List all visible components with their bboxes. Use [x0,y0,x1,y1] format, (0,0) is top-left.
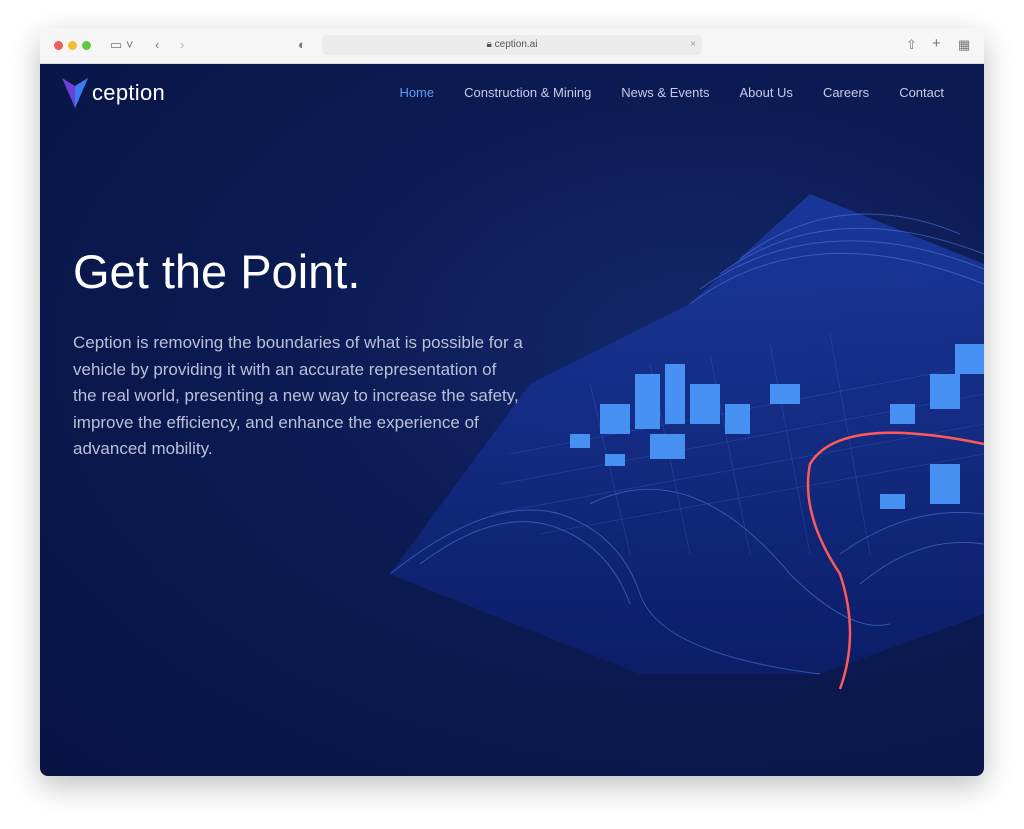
nav-contact[interactable]: Contact [899,85,944,100]
ception-logo[interactable]: ception [62,78,165,108]
browser-window: ▭ ˅ ‹ › ◐ 🔒︎ ception.ai × ⇧ + ▦ ception H… [40,28,984,776]
url-text: ception.ai [494,39,538,50]
nav-construction-mining[interactable]: Construction & Mining [464,85,591,100]
privacy-shield-icon[interactable]: ◐ [298,37,306,52]
close-window-button[interactable] [54,41,63,50]
nav-news-events[interactable]: News & Events [621,85,709,100]
maximize-window-button[interactable] [82,41,91,50]
minimize-window-button[interactable] [68,41,77,50]
main-nav: Home Construction & Mining News & Events… [399,85,944,100]
address-bar[interactable]: 🔒︎ ception.ai × [322,35,702,55]
nav-home[interactable]: Home [399,85,434,100]
lock-icon: 🔒︎ [486,39,495,50]
tab-overview-icon[interactable]: ▦ [958,37,970,53]
share-icon[interactable]: ⇧ [906,37,917,53]
back-icon[interactable]: ‹ [155,37,159,52]
new-tab-icon[interactable]: + [932,35,941,52]
nav-careers[interactable]: Careers [823,85,869,100]
hero-title: Get the Point. [73,245,361,298]
nav-about-us[interactable]: About Us [739,85,792,100]
hero-section: ception Home Construction & Mining News … [40,64,984,776]
brand-name: ception [92,80,166,105]
sidebar-icon[interactable]: ▭ ˅ [110,37,134,53]
hero-description: Ception is removing the boundaries of wh… [73,333,523,458]
forward-icon[interactable]: › [180,37,184,52]
ception-logo-icon [62,78,88,108]
browser-toolbar: ▭ ˅ ‹ › ◐ 🔒︎ ception.ai × ⇧ + ▦ [40,28,984,64]
clear-url-icon[interactable]: × [690,35,696,55]
